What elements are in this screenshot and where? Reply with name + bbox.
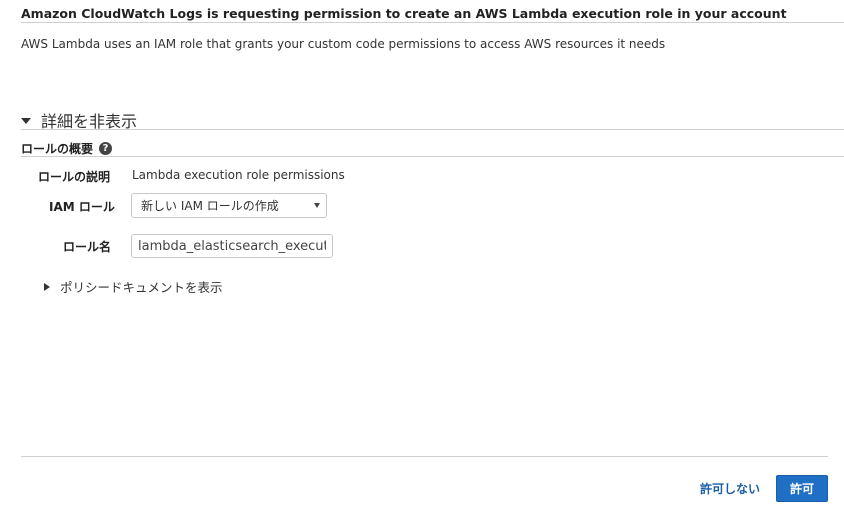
role-summary-title: ロールの概要 [21, 142, 94, 156]
role-name-label: ロール名 [63, 240, 112, 254]
chevron-down-icon [314, 203, 320, 208]
show-policy-toggle[interactable]: ポリシードキュメントを表示 [44, 277, 223, 296]
help-circle-icon[interactable]: ? [99, 142, 113, 155]
summary-divider [21, 156, 844, 157]
deny-button[interactable]: 許可しない [700, 480, 760, 497]
role-summary-heading: ロールの概要 ? [21, 140, 113, 157]
role-description-value: Lambda execution role permissions [132, 168, 345, 182]
dialog-title: Amazon CloudWatch Logs is requesting per… [21, 6, 787, 21]
title-divider [21, 22, 844, 23]
iam-role-label: IAM ロール [49, 200, 115, 214]
footer-divider [21, 456, 828, 457]
iam-role-select[interactable]: 新しい IAM ロールの作成 [131, 193, 327, 218]
caret-right-icon [44, 282, 50, 291]
role-description-label: ロールの説明 [38, 170, 111, 184]
caret-down-icon [21, 118, 31, 124]
details-divider [21, 129, 844, 130]
show-policy-label: ポリシードキュメントを表示 [60, 280, 223, 295]
iam-role-selected-value: 新しい IAM ロールの作成 [141, 199, 279, 213]
permission-dialog: Amazon CloudWatch Logs is requesting per… [0, 0, 844, 517]
role-name-input[interactable] [131, 234, 333, 258]
dialog-description: AWS Lambda uses an IAM role that grants … [21, 37, 666, 51]
allow-button[interactable]: 許可 [776, 475, 828, 502]
